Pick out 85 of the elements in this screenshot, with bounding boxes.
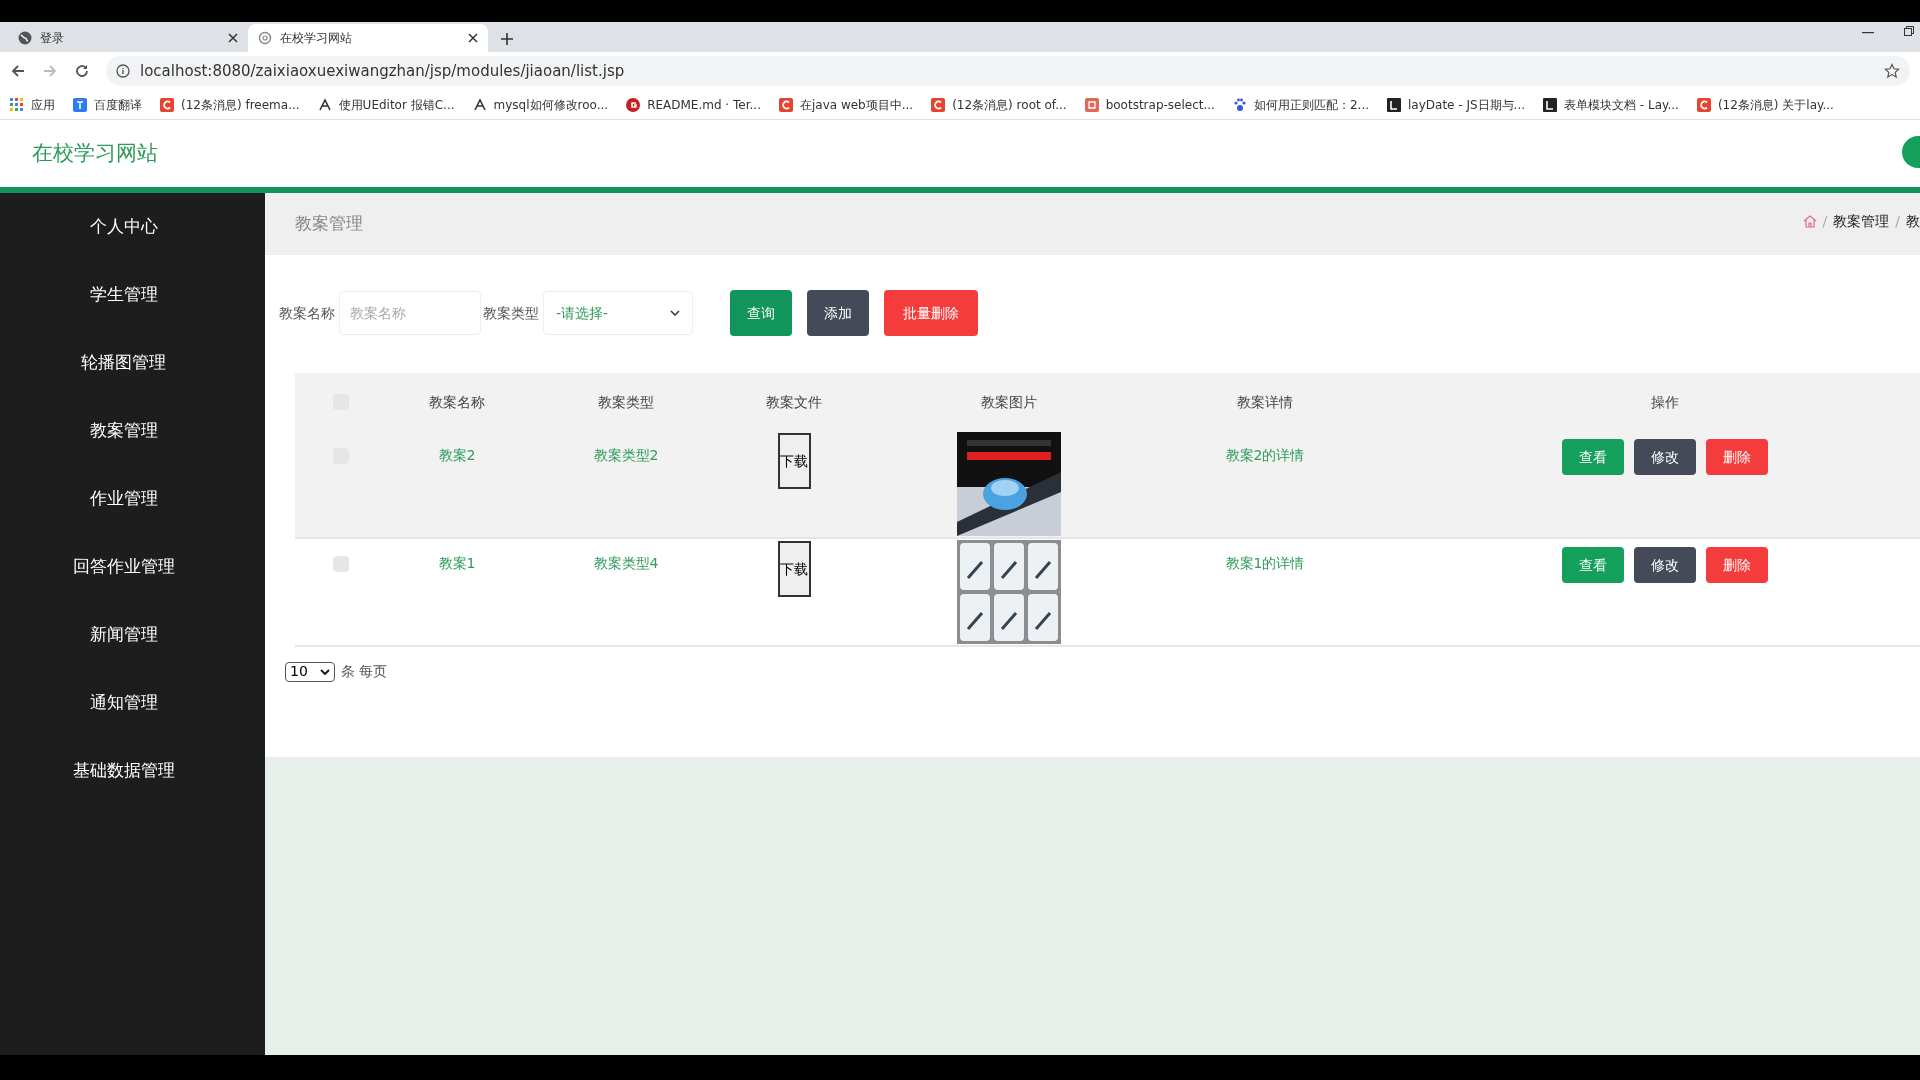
column-header: 教案详情 <box>1237 392 1293 412</box>
bookmark-logo-icon <box>1084 97 1099 112</box>
globe-icon <box>18 31 32 45</box>
bookmark[interactable]: 百度翻译 <box>73 95 142 114</box>
bookmark[interactable]: layDate - JS日期与... <box>1387 95 1526 114</box>
page-icon <box>258 31 272 45</box>
sidebar-item[interactable]: 个人中心 <box>89 214 158 240</box>
c-logo-icon <box>778 97 793 112</box>
delete-button[interactable]: 删除 <box>1706 439 1768 475</box>
sidebar-item[interactable]: 基础数据管理 <box>72 758 175 784</box>
sidebar-item[interactable]: 学生管理 <box>89 282 158 308</box>
table-cell-text: 教案类型4 <box>593 554 659 573</box>
address-bar[interactable]: localhost:8080/zaixiaoxuexiwangzhan/jsp/modules/jiaoan/list.jsp <box>106 56 1910 86</box>
bookmark[interactable]: (12条消息) freema... <box>160 95 300 114</box>
bookmark-logo-icon <box>1543 97 1558 112</box>
add-button[interactable]: 添加 <box>807 290 869 336</box>
column-header: 教案图片 <box>981 392 1037 412</box>
row-checkbox[interactable] <box>333 556 349 572</box>
c-logo-icon <box>160 97 174 112</box>
page-title: 教案管理 <box>295 212 363 236</box>
bookmark[interactable]: README.md · Ter... <box>626 95 761 114</box>
sidebar-item[interactable]: 教案管理 <box>89 418 158 444</box>
table-cell-text: 教案1 <box>438 554 476 573</box>
column-header: 教案文件 <box>766 392 822 412</box>
field-label: 教案名称 <box>279 303 335 323</box>
bookmark[interactable]: 使用UEditor 报错C... <box>317 95 455 114</box>
bookmark[interactable]: 表单模块文档 - Lay... <box>1543 95 1679 114</box>
bookmark[interactable]: (12条消息) 关于lay... <box>1696 95 1834 114</box>
sidebar-item[interactable]: 作业管理 <box>89 486 158 512</box>
bookmark[interactable]: 如何用正则匹配：2... <box>1232 95 1369 114</box>
apps-icon <box>10 97 24 112</box>
table-row[interactable]: 教案1 教案类型4 下载 教案1的详情 查看 修改 删除 <box>295 539 1920 647</box>
table-cell-text: 教案2 <box>438 446 476 465</box>
close-icon[interactable] <box>468 33 478 43</box>
edit-button[interactable]: 修改 <box>1634 439 1696 475</box>
new-tab-icon[interactable] <box>500 32 514 46</box>
download-button[interactable]: 下载 <box>777 541 811 597</box>
table-cell-text: 教案类型2 <box>593 446 659 465</box>
c-logo-icon <box>1696 97 1711 112</box>
field-label: 教案类型 <box>483 303 539 323</box>
page-size-select[interactable]: 10 <box>285 661 335 682</box>
chevron-down-icon <box>670 310 680 316</box>
table-cell-text: 教案1的详情 <box>1225 554 1305 573</box>
breadcrumb-separator: / <box>1822 212 1828 231</box>
search-button[interactable]: 查询 <box>730 290 792 336</box>
column-header: 操作 <box>1651 392 1679 412</box>
sidebar-item[interactable]: 轮播图管理 <box>81 350 166 376</box>
batch-delete-button[interactable]: 批量删除 <box>884 290 978 336</box>
sidebar-item[interactable]: 新闻管理 <box>89 622 158 648</box>
home-icon[interactable] <box>1802 215 1817 228</box>
bookmark[interactable]: bootstrap-select... <box>1084 95 1215 114</box>
c-logo-icon <box>931 97 946 112</box>
column-header: 教案类型 <box>598 392 654 412</box>
bookmark[interactable]: 应用 <box>10 95 55 114</box>
bookmark[interactable]: 在java web项目中... <box>778 95 914 114</box>
page-size-label: 条 每页 <box>341 662 388 681</box>
breadcrumb-separator: / <box>1895 212 1900 231</box>
translate-icon <box>73 97 87 112</box>
column-header: 教案名称 <box>429 392 485 412</box>
restore-icon[interactable] <box>1904 26 1914 36</box>
chevron-down-icon <box>320 668 330 675</box>
site-title: 在校学习网站 <box>32 139 158 167</box>
info-icon[interactable] <box>116 64 130 78</box>
close-icon[interactable] <box>228 33 238 43</box>
edit-button[interactable]: 修改 <box>1634 547 1696 583</box>
breadcrumb-item[interactable]: 教 <box>1906 211 1920 232</box>
paw-icon <box>1232 97 1247 112</box>
browser-tab[interactable]: 在校学习网站 <box>248 24 488 52</box>
g-logo-icon <box>626 97 641 112</box>
sidebar-item[interactable]: 回答作业管理 <box>72 554 175 580</box>
name-search-field[interactable]: 教案名称 <box>339 291 481 335</box>
minimize-icon[interactable] <box>1862 32 1874 34</box>
breadcrumb-item[interactable]: 教案管理 <box>1833 211 1890 232</box>
reload-icon[interactable] <box>74 63 90 79</box>
bookmark[interactable]: (12条消息) root of... <box>931 95 1067 114</box>
type-select[interactable]: -请选择- <box>543 291 693 335</box>
bookmark[interactable]: mysql如何修改roo... <box>472 95 609 114</box>
delete-button[interactable]: 删除 <box>1706 547 1768 583</box>
back-icon[interactable] <box>10 63 26 79</box>
star-icon[interactable] <box>1884 63 1900 79</box>
table-row[interactable]: 教案2 教案类型2 下载 教案2的详情 查看 修改 删除 <box>295 431 1920 539</box>
bookmark-logo-icon <box>1387 97 1401 112</box>
download-button[interactable]: 下载 <box>777 433 811 489</box>
table-cell-text: 教案2的详情 <box>1225 446 1305 465</box>
sidebar-item[interactable]: 通知管理 <box>89 690 158 716</box>
